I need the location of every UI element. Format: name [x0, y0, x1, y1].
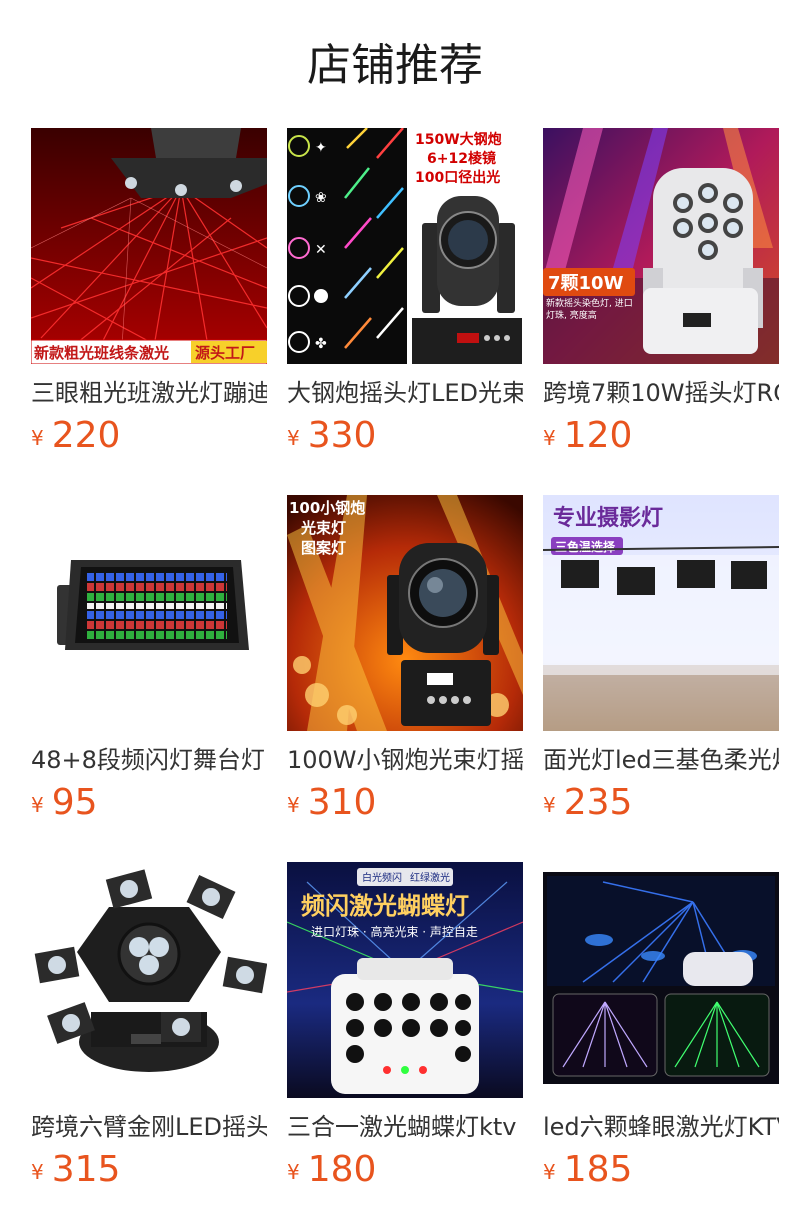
image-caption-line3: 100口径出光 — [415, 169, 500, 186]
product-price: ¥315 — [31, 1146, 120, 1194]
product-price: ¥310 — [287, 779, 376, 827]
six-arm-light-image — [31, 862, 267, 1098]
product-price: ¥120 — [543, 412, 632, 460]
image-caption-line1: 100小钢炮 — [289, 499, 365, 517]
image-caption-line2: 灯珠, 亮度高 — [546, 309, 597, 321]
svg-text:❀: ❀ — [315, 190, 327, 206]
studio-light-image: 专业摄影灯 三色温选择 — [543, 495, 779, 731]
product-name[interactable]: 面光灯led三基色柔光灯 — [543, 743, 779, 777]
currency-symbol: ¥ — [31, 1160, 44, 1184]
small-beam-image: 100小钢炮 光束灯 图案灯 — [287, 495, 523, 731]
product-name[interactable]: 100W小钢炮光束灯摇头 — [287, 743, 523, 777]
price-value: 120 — [563, 415, 633, 456]
product-card[interactable]: 新款粗光班线条激光 源头工厂 三眼粗光班激光灯蹦迪 ¥220 — [31, 128, 267, 458]
image-headline: 频闪激光蝴蝶灯 — [301, 892, 469, 920]
image-caption-line3: 图案灯 — [301, 539, 346, 557]
image-caption-line1: 新款摇头染色灯, 进口 — [546, 297, 633, 309]
product-name[interactable]: 三合一激光蝴蝶灯ktv — [287, 1110, 523, 1144]
product-image[interactable] — [31, 495, 267, 731]
product-card[interactable]: 白光频闪 红绿激光 频闪激光蝴蝶灯 进口灯珠 · 高亮光束 · 声控自走 三合一… — [287, 862, 523, 1192]
price-value: 235 — [563, 782, 633, 823]
product-image[interactable]: 100小钢炮 光束灯 图案灯 — [287, 495, 523, 731]
product-card[interactable]: 100小钢炮 光束灯 图案灯 100W小钢炮光束灯摇头 ¥310 — [287, 495, 523, 825]
product-price: ¥330 — [287, 412, 376, 460]
product-card[interactable]: 48+8段频闪灯舞台灯 ¥95 — [31, 495, 267, 825]
currency-symbol: ¥ — [31, 793, 44, 817]
image-caption-line2: 6+12棱镜 — [427, 150, 496, 167]
product-image[interactable]: 专业摄影灯 三色温选择 — [543, 495, 779, 731]
wash-moving-head-image: 7颗10W 新款摇头染色灯, 进口 灯珠, 亮度高 — [543, 128, 779, 364]
currency-symbol: ¥ — [543, 426, 556, 450]
image-caption-line2: 三色温选择 — [555, 539, 616, 554]
currency-symbol: ¥ — [287, 1160, 300, 1184]
product-price: ¥185 — [543, 1146, 632, 1194]
product-name[interactable]: 48+8段频闪灯舞台灯 — [31, 743, 267, 777]
price-value: 95 — [51, 782, 98, 823]
product-price: ¥220 — [31, 412, 120, 460]
price-value: 315 — [51, 1149, 121, 1190]
image-badge-right: 红绿激光 — [410, 871, 450, 884]
page-title: 店铺推荐 — [307, 40, 483, 91]
product-name[interactable]: led六颗蜂眼激光灯KTV — [543, 1110, 779, 1144]
product-image[interactable] — [543, 862, 779, 1098]
product-image[interactable] — [31, 862, 267, 1098]
product-price: ¥180 — [287, 1146, 376, 1194]
currency-symbol: ¥ — [287, 793, 300, 817]
product-price: ¥95 — [31, 779, 98, 827]
price-value: 185 — [563, 1149, 633, 1190]
image-caption-line1: 专业摄影灯 — [553, 505, 663, 531]
image-subline: 进口灯珠 · 高亮光束 · 声控自走 — [311, 924, 478, 939]
price-value: 220 — [51, 415, 121, 456]
currency-symbol: ¥ — [287, 426, 300, 450]
laser-light-image: 新款粗光班线条激光 源头工厂 — [31, 128, 267, 364]
product-image[interactable]: 新款粗光班线条激光 源头工厂 — [31, 128, 267, 364]
image-caption-line2: 光束灯 — [300, 519, 346, 537]
svg-text:✦: ✦ — [315, 140, 327, 156]
product-card[interactable]: 专业摄影灯 三色温选择 面光灯led三基色柔光灯 ¥235 — [543, 495, 779, 825]
product-card[interactable]: 7颗10W 新款摇头染色灯, 进口 灯珠, 亮度高 跨境7颗10W摇头灯RGBW… — [543, 128, 779, 458]
image-badge: 7颗10W — [548, 273, 624, 294]
svg-text:✕: ✕ — [315, 242, 327, 258]
strobe-panel-image — [31, 495, 267, 731]
butterfly-light-image: 白光频闪 红绿激光 频闪激光蝴蝶灯 进口灯珠 · 高亮光束 · 声控自走 — [287, 862, 523, 1098]
product-image[interactable]: 白光频闪 红绿激光 频闪激光蝴蝶灯 进口灯珠 · 高亮光束 · 声控自走 — [287, 862, 523, 1098]
product-name[interactable]: 大钢炮摇头灯LED光束 — [287, 376, 523, 410]
product-price: ¥235 — [543, 779, 632, 827]
image-caption-line1: 150W大钢炮 — [415, 131, 502, 148]
price-value: 330 — [307, 415, 377, 456]
product-name[interactable]: 三眼粗光班激光灯蹦迪 — [31, 376, 267, 410]
price-value: 180 — [307, 1149, 377, 1190]
currency-symbol: ¥ — [31, 426, 44, 450]
product-card[interactable]: ✦ ❀ ✕ ✤ 150W大钢炮 6+12棱镜 100口径出光 大钢炮摇头灯LED… — [287, 128, 523, 458]
product-image[interactable]: ✦ ❀ ✕ ✤ 150W大钢炮 6+12棱镜 100口径出光 — [287, 128, 523, 364]
product-card[interactable]: 跨境六臂金刚LED摇头灯 ¥315 — [31, 862, 267, 1192]
image-badge-left: 白光频闪 — [362, 871, 402, 884]
image-badge: 源头工厂 — [195, 344, 255, 362]
currency-symbol: ¥ — [543, 793, 556, 817]
product-card[interactable]: led六颗蜂眼激光灯KTV ¥185 — [543, 862, 779, 1192]
price-value: 310 — [307, 782, 377, 823]
svg-text:✤: ✤ — [315, 336, 327, 352]
currency-symbol: ¥ — [543, 1160, 556, 1184]
bee-eye-light-image — [543, 862, 779, 1098]
image-caption: 新款粗光班线条激光 — [34, 344, 169, 362]
moving-head-beam-image: ✦ ❀ ✕ ✤ 150W大钢炮 6+12棱镜 100口径出光 — [287, 128, 523, 364]
product-image[interactable]: 7颗10W 新款摇头染色灯, 进口 灯珠, 亮度高 — [543, 128, 779, 364]
product-name[interactable]: 跨境六臂金刚LED摇头灯 — [31, 1110, 267, 1144]
product-name[interactable]: 跨境7颗10W摇头灯RGBW — [543, 376, 779, 410]
